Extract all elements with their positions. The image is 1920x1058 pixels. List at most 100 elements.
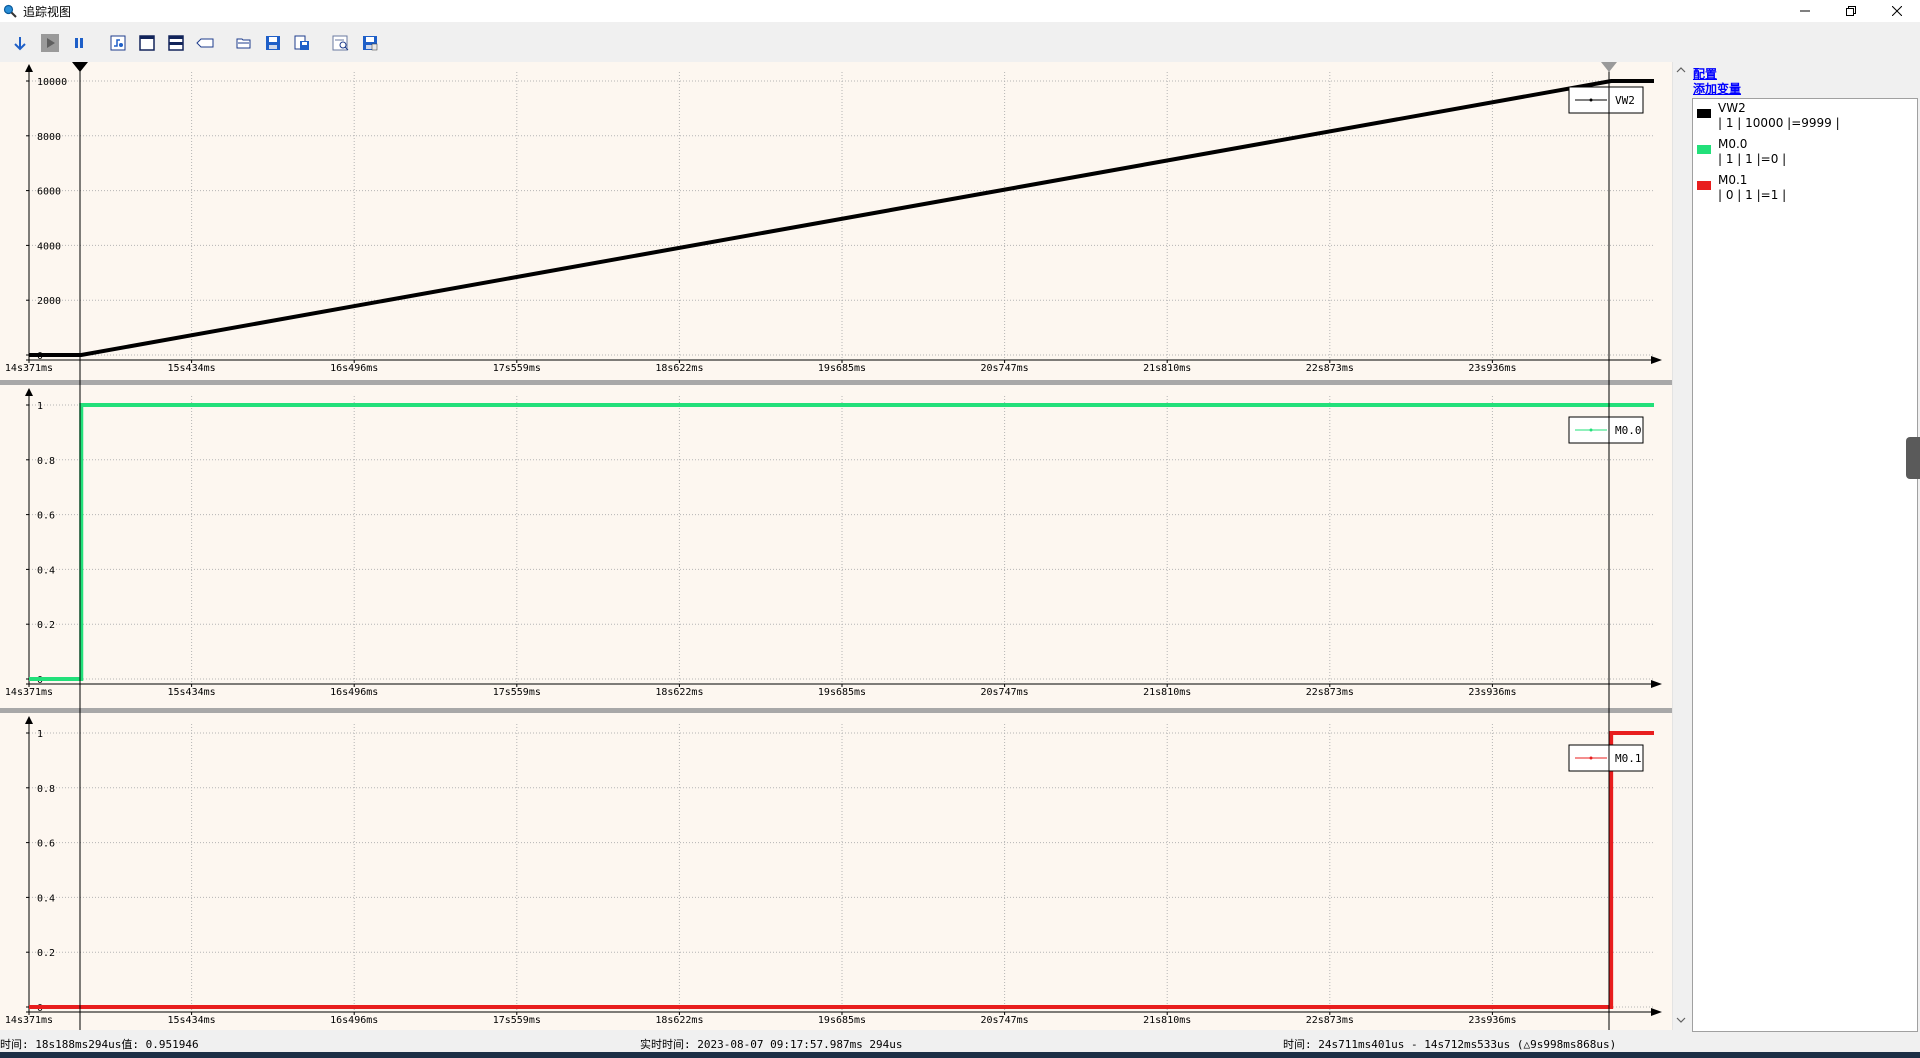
x-axis-arrow xyxy=(1651,1008,1662,1016)
x-tick-label: 21s810ms xyxy=(1143,363,1191,374)
cursor-handle-2[interactable] xyxy=(1601,62,1617,72)
chart-panel-1[interactable]: 020004000600080001000014s371ms 15s434ms 16… xyxy=(5,64,1662,374)
split-view-button[interactable] xyxy=(166,33,186,53)
y-axis-arrow xyxy=(25,388,33,396)
x-tick-label: 14s371ms xyxy=(5,687,53,698)
y-tick-label: 0.4 xyxy=(37,893,55,904)
save-icon xyxy=(266,36,280,50)
y-tick-label: 0.8 xyxy=(37,784,55,795)
x-tick-label: 14s371ms xyxy=(5,1015,53,1026)
y-tick-label: 2000 xyxy=(37,296,61,307)
time-delta: 时间: 24s711ms401us - 14s712ms533us (△9s99… xyxy=(1283,1038,1617,1051)
x-tick-label: 17s559ms xyxy=(493,1015,541,1026)
y-tick-label: 0.6 xyxy=(37,839,55,850)
minimize-button[interactable] xyxy=(1782,0,1828,22)
panel-resize-handle[interactable] xyxy=(1906,437,1920,479)
download-button[interactable] xyxy=(10,33,30,53)
variable-stats: | 0 | 1 |=1 | xyxy=(1718,188,1787,202)
legend-marker xyxy=(1589,428,1593,432)
x-tick-label: 21s810ms xyxy=(1143,687,1191,698)
title-bar: 追踪视图 xyxy=(0,0,1920,22)
x-tick-label: 20s747ms xyxy=(981,1015,1029,1026)
x-tick-label: 15s434ms xyxy=(168,1015,216,1026)
y-tick-label: 0.2 xyxy=(37,620,55,631)
save-button[interactable] xyxy=(263,33,283,53)
x-tick-label: 17s559ms xyxy=(493,363,541,374)
variable-item-m0-1[interactable]: M0.1 | 0 | 1 |=1 | xyxy=(1693,171,1913,205)
x-tick-label: 15s434ms xyxy=(168,687,216,698)
print-preview-button[interactable] xyxy=(331,33,351,53)
add-variable-link[interactable]: 添加变量 xyxy=(1693,80,1741,97)
x-tick-label: 19s685ms xyxy=(818,687,866,698)
x-tick-label: 22s873ms xyxy=(1306,687,1354,698)
trigger-icon xyxy=(110,35,126,51)
toolbar xyxy=(0,22,1920,63)
minimize-icon xyxy=(1800,10,1810,12)
legend-label: M0.0 xyxy=(1615,424,1642,437)
series-line[interactable] xyxy=(29,403,1654,681)
y-axis-arrow xyxy=(25,64,33,72)
x-tick-label: 20s747ms xyxy=(981,687,1029,698)
series-line[interactable] xyxy=(29,79,1654,357)
legend-marker xyxy=(1589,756,1593,760)
single-view-button[interactable] xyxy=(137,33,157,53)
color-swatch xyxy=(1697,145,1711,154)
print-preview-icon xyxy=(332,35,349,51)
x-tick-label: 18s622ms xyxy=(655,687,703,698)
y-tick-label: 1 xyxy=(37,401,43,412)
x-tick-label: 19s685ms xyxy=(818,363,866,374)
pause-button[interactable] xyxy=(69,33,89,53)
cursor-handle-1[interactable] xyxy=(72,62,88,72)
status-bar: 时间: 18s188ms294us值: 0.951946 实时时间: 2023-… xyxy=(0,1034,1920,1052)
x-tick-label: 23s936ms xyxy=(1468,687,1516,698)
pause-icon xyxy=(75,38,83,48)
x-tick-label: 20s747ms xyxy=(981,363,1029,374)
x-tick-label: 23s936ms xyxy=(1468,1015,1516,1026)
export-icon xyxy=(294,35,309,50)
scroll-up-icon[interactable] xyxy=(1676,66,1686,74)
x-tick-label: 15s434ms xyxy=(168,363,216,374)
x-tick-label: 18s622ms xyxy=(655,363,703,374)
close-button[interactable] xyxy=(1874,0,1920,22)
restore-icon xyxy=(1846,6,1856,16)
variable-name: M0.1 xyxy=(1718,173,1748,187)
scroll-down-icon[interactable] xyxy=(1676,1016,1686,1024)
y-tick-label: 4000 xyxy=(37,241,61,252)
tag-button[interactable] xyxy=(195,33,215,53)
open-button[interactable] xyxy=(234,33,254,53)
x-tick-label: 16s496ms xyxy=(330,1015,378,1026)
variable-item-vw2[interactable]: VW2 | 1 | 10000 |=9999 | xyxy=(1693,99,1913,133)
y-tick-label: 0.2 xyxy=(37,948,55,959)
magnifier-icon xyxy=(3,4,17,18)
chart-panel-3[interactable]: 00.20.40.60.8114s371ms 15s434ms 16s496ms 17… xyxy=(0,708,1672,1026)
legend-label: M0.1 xyxy=(1615,752,1642,765)
trace-charts[interactable]: 020004000600080001000014s371ms 15s434ms 16… xyxy=(0,62,1672,1030)
variable-item-m0-0[interactable]: M0.0 | 1 | 1 |=0 | xyxy=(1693,135,1913,169)
x-tick-label: 16s496ms xyxy=(330,363,378,374)
x-tick-label: 22s873ms xyxy=(1306,1015,1354,1026)
restore-button[interactable] xyxy=(1828,0,1874,22)
y-tick-label: 8000 xyxy=(37,132,61,143)
panel-separator[interactable] xyxy=(0,708,1672,713)
variable-stats: | 1 | 1 |=0 | xyxy=(1718,152,1787,166)
y-axis-arrow xyxy=(25,716,33,724)
arrow-down-icon xyxy=(14,37,26,51)
export-button[interactable] xyxy=(292,33,312,53)
panel-separator[interactable] xyxy=(0,380,1672,385)
x-axis-arrow xyxy=(1651,356,1662,364)
x-tick-label: 17s559ms xyxy=(493,687,541,698)
trace-plot-area[interactable]: 0 2000 4000 6000 8000 10000 14s371ms 15s434ms 16… xyxy=(0,62,1672,1030)
folder-open-icon xyxy=(236,38,251,49)
trigger-button[interactable] xyxy=(108,33,128,53)
color-swatch xyxy=(1697,109,1711,118)
series-line[interactable] xyxy=(29,731,1654,1009)
variable-stats: | 1 | 10000 |=9999 | xyxy=(1718,116,1840,130)
x-tick-label: 22s873ms xyxy=(1306,363,1354,374)
vertical-scrollbar[interactable] xyxy=(1672,62,1689,1030)
y-tick-label: 0.8 xyxy=(37,456,55,467)
chart-panel-2[interactable]: 00.20.40.60.8114s371ms 15s434ms 16s496ms 17… xyxy=(0,380,1672,698)
run-button[interactable] xyxy=(40,33,60,53)
x-tick-label: 14s371ms xyxy=(5,363,53,374)
x-axis-arrow xyxy=(1651,680,1662,688)
save-as-button[interactable] xyxy=(360,33,380,53)
